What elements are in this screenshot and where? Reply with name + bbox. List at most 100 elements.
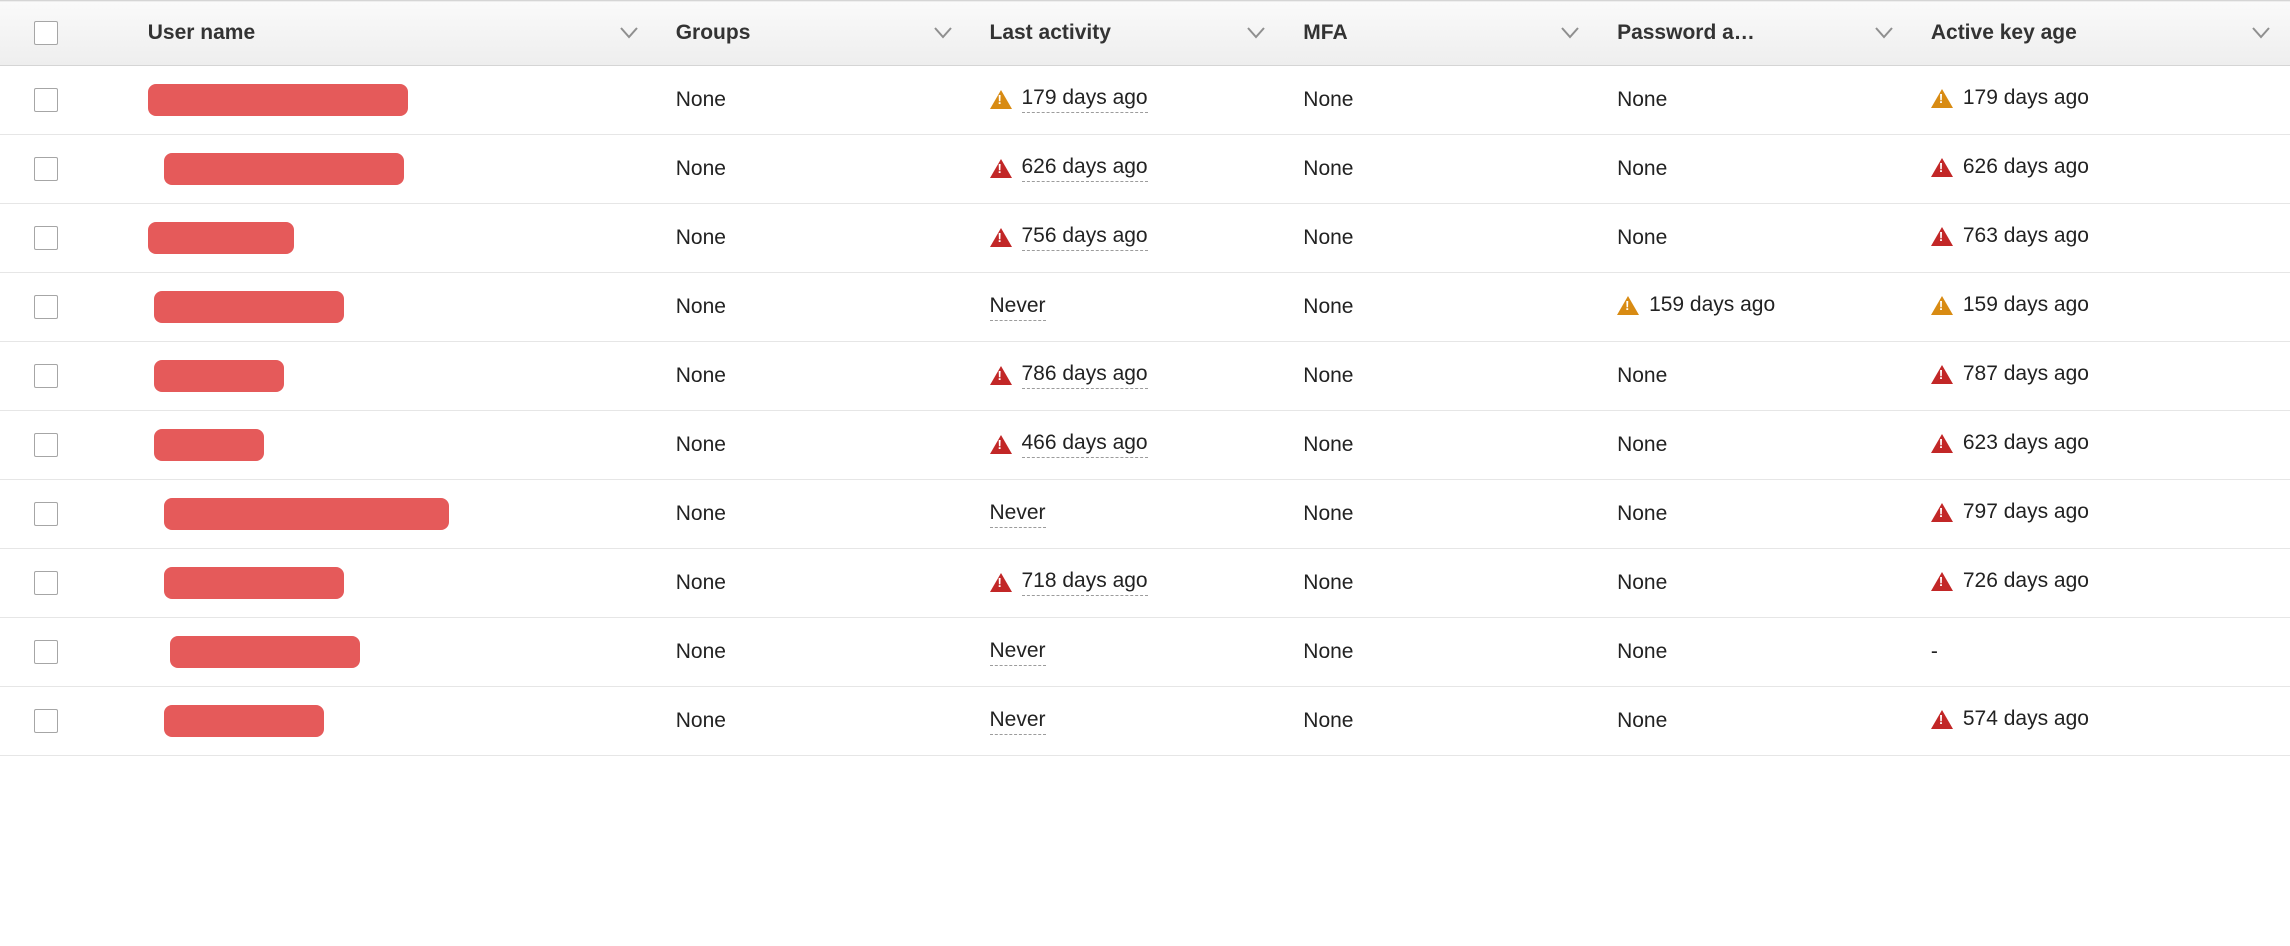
sort-caret-icon[interactable] [1247,27,1265,39]
table-row: None!466 days agoNoneNone!623 days ago [0,411,2290,480]
header-active-key-age[interactable]: Active key age [1913,1,2290,66]
warning-triangle-icon: ! [1931,227,1953,246]
warning-triangle-icon: ! [1931,503,1953,522]
table-row: None!626 days agoNoneNone!626 days ago [0,135,2290,204]
table-row: NoneNeverNoneNone!574 days ago [0,687,2290,756]
cell-last-activity: !786 days ago [972,342,1286,411]
warning-triangle-icon: ! [990,366,1012,385]
cell-user-name[interactable] [130,204,658,273]
warning-triangle-icon: ! [990,435,1012,454]
warning-triangle-icon: ! [990,90,1012,109]
table-row: None!786 days agoNoneNone!787 days ago [0,342,2290,411]
header-label: Password a… [1617,21,1755,44]
cell-groups: None [658,135,972,204]
cell-last-activity: Never [972,687,1286,756]
last-activity-text: Never [990,501,1046,528]
active-key-age-text: 159 days ago [1963,293,2089,317]
last-activity-text: 179 days ago [1022,86,1148,113]
row-checkbox[interactable] [34,571,58,595]
row-checkbox[interactable] [34,88,58,112]
warning-triangle-icon: ! [1931,710,1953,729]
header-user-name[interactable]: User name [130,1,658,66]
cell-password-age: None [1599,411,1913,480]
active-key-age-value: !763 days ago [1931,224,2089,248]
sort-caret-icon[interactable] [2252,27,2270,39]
active-key-age-value: !159 days ago [1931,293,2089,317]
cell-user-name[interactable] [130,411,658,480]
cell-checkbox [0,66,130,135]
row-checkbox[interactable] [34,226,58,250]
cell-mfa: None [1285,549,1599,618]
last-activity-text: Never [990,708,1046,735]
active-key-age-text: 179 days ago [1963,86,2089,110]
cell-groups: None [658,549,972,618]
row-checkbox[interactable] [34,295,58,319]
last-activity-value: ! 179 days ago [990,86,1148,113]
cell-user-name[interactable] [130,135,658,204]
row-checkbox[interactable] [34,709,58,733]
cell-password-age: None [1599,687,1913,756]
header-select-all[interactable] [0,1,130,66]
row-checkbox[interactable] [34,640,58,664]
header-label: Active key age [1931,21,2077,44]
table-row: None!179 days agoNoneNone!179 days ago [0,66,2290,135]
table-body: None!179 days agoNoneNone!179 days agoNo… [0,66,2290,756]
table-header-row: User name Groups Last activity MFA Passw… [0,1,2290,66]
active-key-age-value: !787 days ago [1931,362,2089,386]
password-age-text: None [1617,571,1667,594]
cell-user-name[interactable] [130,66,658,135]
cell-user-name[interactable] [130,273,658,342]
cell-checkbox [0,411,130,480]
cell-mfa: None [1285,618,1599,687]
sort-caret-icon[interactable] [620,27,638,39]
warning-triangle-icon: ! [1617,296,1639,315]
warning-triangle-icon: ! [1931,365,1953,384]
sort-caret-icon[interactable] [1875,27,1893,39]
cell-user-name[interactable] [130,549,658,618]
row-checkbox[interactable] [34,502,58,526]
header-groups[interactable]: Groups [658,1,972,66]
row-checkbox[interactable] [34,157,58,181]
cell-last-activity: ! 179 days ago [972,66,1286,135]
header-last-activity[interactable]: Last activity [972,1,1286,66]
cell-user-name[interactable] [130,618,658,687]
cell-groups: None [658,618,972,687]
cell-mfa: None [1285,204,1599,273]
select-all-checkbox[interactable] [34,21,58,45]
password-age-text: None [1617,364,1667,387]
last-activity-value: !756 days ago [990,224,1148,251]
row-checkbox[interactable] [34,433,58,457]
cell-checkbox [0,618,130,687]
last-activity-value: !626 days ago [990,155,1148,182]
cell-mfa: None [1285,480,1599,549]
cell-last-activity: Never [972,273,1286,342]
cell-user-name[interactable] [130,342,658,411]
cell-password-age: None [1599,549,1913,618]
sort-caret-icon[interactable] [934,27,952,39]
last-activity-value: !786 days ago [990,362,1148,389]
cell-user-name[interactable] [130,480,658,549]
header-mfa[interactable]: MFA [1285,1,1599,66]
password-age-text: None [1617,502,1667,525]
table-row: NoneNeverNone!159 days ago!159 days ago [0,273,2290,342]
cell-groups: None [658,411,972,480]
cell-groups: None [658,687,972,756]
warning-triangle-icon: ! [1931,434,1953,453]
cell-user-name[interactable] [130,687,658,756]
cell-groups: None [658,204,972,273]
active-key-age-text: - [1931,640,1938,663]
cell-mfa: None [1285,135,1599,204]
sort-caret-icon[interactable] [1561,27,1579,39]
active-key-age-text: 623 days ago [1963,431,2089,455]
cell-active-key-age: - [1913,618,2290,687]
cell-active-key-age: !179 days ago [1913,66,2290,135]
cell-active-key-age: !763 days ago [1913,204,2290,273]
warning-triangle-icon: ! [1931,572,1953,591]
header-password-age[interactable]: Password a… [1599,1,1913,66]
cell-active-key-age: !797 days ago [1913,480,2290,549]
cell-password-age: None [1599,135,1913,204]
active-key-age-text: 726 days ago [1963,569,2089,593]
cell-active-key-age: !574 days ago [1913,687,2290,756]
cell-active-key-age: ! 726 days ago [1913,549,2290,618]
row-checkbox[interactable] [34,364,58,388]
